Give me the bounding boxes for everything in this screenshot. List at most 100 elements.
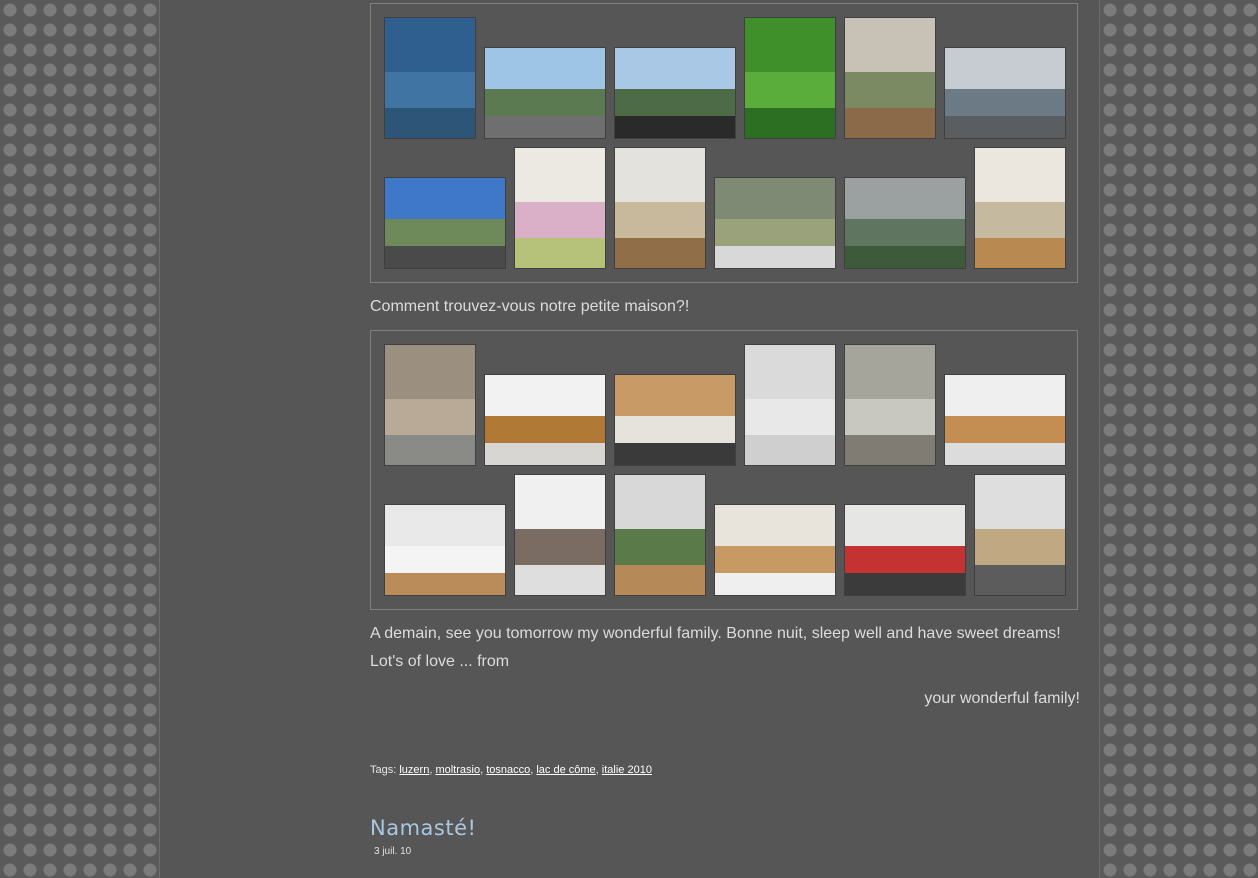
photo-tone-mid xyxy=(975,202,1065,238)
photo-rainbow-hills[interactable] xyxy=(845,178,965,268)
photo-tone-bot xyxy=(615,442,735,465)
photo-tone-mid xyxy=(515,529,605,565)
photo-highway-blue-sky[interactable] xyxy=(385,178,505,268)
photo-tone-sky xyxy=(515,148,605,202)
photo-satellite-map[interactable] xyxy=(385,18,475,138)
photo-tone-sky xyxy=(385,18,475,72)
photo-balcony-door[interactable] xyxy=(615,475,705,595)
photo-tone-bot xyxy=(845,572,965,595)
post-signature: your wonderful family! xyxy=(924,690,1080,707)
photo-gallery-1 xyxy=(370,3,1078,283)
photo-tone-mid xyxy=(615,415,735,443)
photo-tone-bot xyxy=(385,108,475,138)
photo-tone-bot xyxy=(485,442,605,465)
photo-tone-sky xyxy=(945,48,1065,89)
photo-tone-bot xyxy=(715,572,835,595)
photo-tone-mid xyxy=(715,218,835,246)
next-post-date: 3 juil. 10 xyxy=(374,846,412,857)
photo-tone-sky xyxy=(845,18,935,72)
photo-tone-sky xyxy=(975,148,1065,202)
photo-tone-bot xyxy=(515,238,605,268)
photo-tone-bot xyxy=(745,108,835,138)
gallery-caption: Comment trouvez-vous notre petite maison… xyxy=(370,298,690,315)
photo-tone-bot xyxy=(945,115,1065,138)
photo-tone-bot xyxy=(615,238,705,268)
photo-shower-room[interactable] xyxy=(845,345,935,465)
photo-tone-sky xyxy=(485,375,605,416)
photo-tone-mid xyxy=(485,88,605,116)
tag-link[interactable]: lac de côme xyxy=(536,764,595,776)
photo-hallway-door[interactable] xyxy=(745,345,835,465)
photo-highway-mountains[interactable] xyxy=(485,48,605,138)
photo-tone-mid xyxy=(945,88,1065,116)
post-tags: Tags: luzern, moltrasio, tosnacco, lac d… xyxy=(370,764,652,776)
photo-tone-sky xyxy=(975,475,1065,529)
photo-living-red-sofa[interactable] xyxy=(845,505,965,595)
photo-staircase[interactable] xyxy=(615,148,705,268)
photo-flags-vineyard[interactable] xyxy=(715,178,835,268)
photo-tone-mid xyxy=(845,545,965,573)
photo-tulip-painting[interactable] xyxy=(515,148,605,268)
tag-link[interactable]: moltrasio xyxy=(435,764,480,776)
photo-girl-kitchen-table[interactable] xyxy=(715,505,835,595)
photo-bathroom-toilet[interactable] xyxy=(385,345,475,465)
photo-tone-mid xyxy=(615,202,705,238)
photo-tone-sky xyxy=(385,178,505,219)
page-column: Comment trouvez-vous notre petite maison… xyxy=(159,0,1100,878)
post-paragraph: A demain, see you tomorrow my wonderful … xyxy=(370,625,1061,670)
photo-tone-mid xyxy=(615,529,705,565)
photo-tone-bot xyxy=(515,565,605,595)
photo-tone-mid xyxy=(385,218,505,246)
photo-tone-bot xyxy=(975,565,1065,595)
photo-tone-bot xyxy=(615,565,705,595)
photo-tone-mid xyxy=(745,72,835,108)
photo-tone-mid xyxy=(745,399,835,435)
photo-tone-bot xyxy=(975,238,1065,268)
photo-living-stairs-tv[interactable] xyxy=(975,475,1065,595)
photo-tone-mid xyxy=(715,545,835,573)
photo-car-dashboard-road[interactable] xyxy=(615,48,735,138)
photo-valley-clouds[interactable] xyxy=(945,48,1065,138)
photo-tone-sky xyxy=(845,178,965,219)
photo-tone-sky xyxy=(715,505,835,546)
photo-tone-sky xyxy=(485,48,605,89)
photo-tone-bot xyxy=(615,115,735,138)
photo-grape-leaves[interactable] xyxy=(745,18,835,138)
photo-tone-bot xyxy=(745,435,835,465)
photo-kitchen-cabinets[interactable] xyxy=(945,375,1065,465)
photo-tone-sky xyxy=(945,375,1065,416)
photo-tone-sky xyxy=(715,178,835,219)
photo-tone-bot xyxy=(715,245,835,268)
photo-tone-mid xyxy=(845,218,965,246)
photo-bedroom-window[interactable] xyxy=(385,505,505,595)
photo-tone-mid xyxy=(515,202,605,238)
photo-bedroom-bedspread[interactable] xyxy=(615,375,735,465)
photo-stone-house-children[interactable] xyxy=(845,18,935,138)
tag-link[interactable]: tosnacco xyxy=(486,764,530,776)
next-post-title[interactable]: Namasté! xyxy=(370,816,476,840)
photo-tone-mid xyxy=(845,399,935,435)
photo-window-shutters[interactable] xyxy=(485,375,605,465)
photo-tone-mid xyxy=(975,529,1065,565)
photo-tone-bot xyxy=(385,245,505,268)
photo-tone-mid xyxy=(385,545,505,573)
photo-tone-sky xyxy=(745,18,835,72)
photo-tone-bot xyxy=(845,435,935,465)
photo-tone-sky xyxy=(845,345,935,399)
photo-tone-bot xyxy=(945,442,1065,465)
photo-tone-sky xyxy=(515,475,605,529)
tag-link[interactable]: luzern xyxy=(399,764,429,776)
photo-tone-sky xyxy=(385,345,475,399)
photo-tone-sky xyxy=(615,375,735,416)
photo-tone-mid xyxy=(845,72,935,108)
tags-label: Tags: xyxy=(370,764,397,776)
photo-tone-mid xyxy=(385,72,475,108)
tag-link[interactable]: italie 2010 xyxy=(602,764,652,776)
photo-tone-bot xyxy=(485,115,605,138)
photo-tone-mid xyxy=(615,88,735,116)
photo-open-window-view[interactable] xyxy=(515,475,605,595)
photo-tone-mid xyxy=(945,415,1065,443)
photo-gallery-2 xyxy=(370,330,1078,610)
photo-bedroom-double-bed[interactable] xyxy=(975,148,1065,268)
photo-tone-sky xyxy=(615,475,705,529)
